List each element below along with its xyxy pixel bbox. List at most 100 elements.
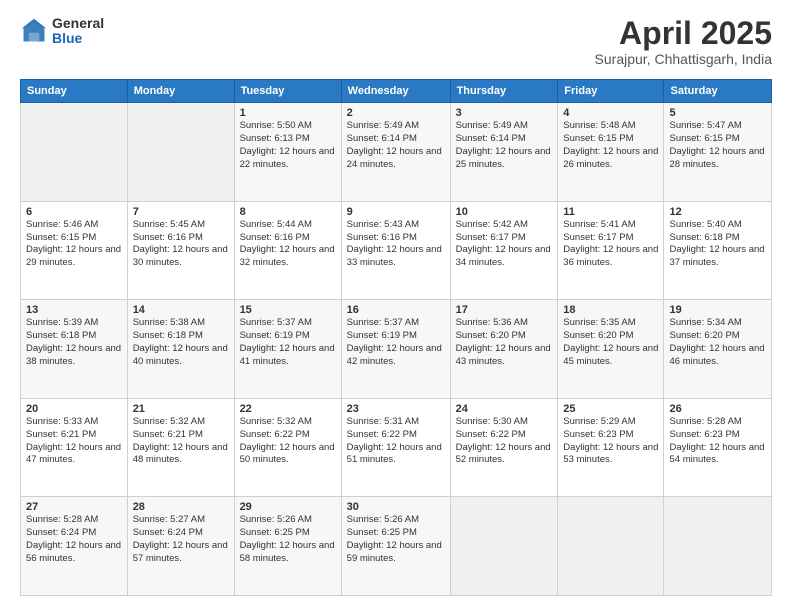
table-row: 1Sunrise: 5:50 AM Sunset: 6:13 PM Daylig… xyxy=(234,103,341,202)
table-row: 28Sunrise: 5:27 AM Sunset: 6:24 PM Dayli… xyxy=(127,497,234,596)
day-number: 12 xyxy=(669,206,766,218)
day-number: 29 xyxy=(240,501,336,513)
table-row: 14Sunrise: 5:38 AM Sunset: 6:18 PM Dayli… xyxy=(127,300,234,399)
weekday-header-row: Sunday Monday Tuesday Wednesday Thursday… xyxy=(21,80,772,103)
day-number: 3 xyxy=(456,107,553,119)
table-row: 3Sunrise: 5:49 AM Sunset: 6:14 PM Daylig… xyxy=(450,103,558,202)
day-number: 13 xyxy=(26,304,122,316)
day-info: Sunrise: 5:27 AM Sunset: 6:24 PM Dayligh… xyxy=(133,514,229,565)
day-number: 15 xyxy=(240,304,336,316)
day-info: Sunrise: 5:28 AM Sunset: 6:23 PM Dayligh… xyxy=(669,416,766,467)
table-row: 25Sunrise: 5:29 AM Sunset: 6:23 PM Dayli… xyxy=(558,398,664,497)
table-row: 23Sunrise: 5:31 AM Sunset: 6:22 PM Dayli… xyxy=(341,398,450,497)
logo: General Blue xyxy=(20,16,104,47)
table-row xyxy=(558,497,664,596)
day-number: 10 xyxy=(456,206,553,218)
table-row xyxy=(127,103,234,202)
day-info: Sunrise: 5:49 AM Sunset: 6:14 PM Dayligh… xyxy=(456,120,553,171)
header-monday: Monday xyxy=(127,80,234,103)
day-info: Sunrise: 5:46 AM Sunset: 6:15 PM Dayligh… xyxy=(26,219,122,270)
table-row: 8Sunrise: 5:44 AM Sunset: 6:16 PM Daylig… xyxy=(234,201,341,300)
table-row: 17Sunrise: 5:36 AM Sunset: 6:20 PM Dayli… xyxy=(450,300,558,399)
table-row: 13Sunrise: 5:39 AM Sunset: 6:18 PM Dayli… xyxy=(21,300,128,399)
day-info: Sunrise: 5:43 AM Sunset: 6:16 PM Dayligh… xyxy=(347,219,445,270)
table-row xyxy=(450,497,558,596)
day-number: 6 xyxy=(26,206,122,218)
table-row: 12Sunrise: 5:40 AM Sunset: 6:18 PM Dayli… xyxy=(664,201,772,300)
calendar-week-3: 13Sunrise: 5:39 AM Sunset: 6:18 PM Dayli… xyxy=(21,300,772,399)
day-info: Sunrise: 5:31 AM Sunset: 6:22 PM Dayligh… xyxy=(347,416,445,467)
day-number: 8 xyxy=(240,206,336,218)
day-info: Sunrise: 5:30 AM Sunset: 6:22 PM Dayligh… xyxy=(456,416,553,467)
day-number: 28 xyxy=(133,501,229,513)
table-row: 22Sunrise: 5:32 AM Sunset: 6:22 PM Dayli… xyxy=(234,398,341,497)
header-friday: Friday xyxy=(558,80,664,103)
day-info: Sunrise: 5:40 AM Sunset: 6:18 PM Dayligh… xyxy=(669,219,766,270)
calendar-week-5: 27Sunrise: 5:28 AM Sunset: 6:24 PM Dayli… xyxy=(21,497,772,596)
header: General Blue April 2025 Surajpur, Chhatt… xyxy=(20,16,772,67)
month-title: April 2025 xyxy=(595,16,772,51)
day-number: 5 xyxy=(669,107,766,119)
table-row: 24Sunrise: 5:30 AM Sunset: 6:22 PM Dayli… xyxy=(450,398,558,497)
table-row: 6Sunrise: 5:46 AM Sunset: 6:15 PM Daylig… xyxy=(21,201,128,300)
header-sunday: Sunday xyxy=(21,80,128,103)
table-row: 18Sunrise: 5:35 AM Sunset: 6:20 PM Dayli… xyxy=(558,300,664,399)
day-number: 23 xyxy=(347,403,445,415)
day-number: 11 xyxy=(563,206,658,218)
table-row: 11Sunrise: 5:41 AM Sunset: 6:17 PM Dayli… xyxy=(558,201,664,300)
day-info: Sunrise: 5:29 AM Sunset: 6:23 PM Dayligh… xyxy=(563,416,658,467)
logo-text: General Blue xyxy=(52,16,104,47)
table-row: 29Sunrise: 5:26 AM Sunset: 6:25 PM Dayli… xyxy=(234,497,341,596)
day-info: Sunrise: 5:39 AM Sunset: 6:18 PM Dayligh… xyxy=(26,317,122,368)
day-info: Sunrise: 5:42 AM Sunset: 6:17 PM Dayligh… xyxy=(456,219,553,270)
table-row: 30Sunrise: 5:26 AM Sunset: 6:25 PM Dayli… xyxy=(341,497,450,596)
table-row: 7Sunrise: 5:45 AM Sunset: 6:16 PM Daylig… xyxy=(127,201,234,300)
day-number: 24 xyxy=(456,403,553,415)
table-row: 27Sunrise: 5:28 AM Sunset: 6:24 PM Dayli… xyxy=(21,497,128,596)
table-row: 16Sunrise: 5:37 AM Sunset: 6:19 PM Dayli… xyxy=(341,300,450,399)
day-number: 19 xyxy=(669,304,766,316)
day-info: Sunrise: 5:35 AM Sunset: 6:20 PM Dayligh… xyxy=(563,317,658,368)
title-block: April 2025 Surajpur, Chhattisgarh, India xyxy=(595,16,772,67)
day-number: 1 xyxy=(240,107,336,119)
table-row: 2Sunrise: 5:49 AM Sunset: 6:14 PM Daylig… xyxy=(341,103,450,202)
table-row: 21Sunrise: 5:32 AM Sunset: 6:21 PM Dayli… xyxy=(127,398,234,497)
table-row: 10Sunrise: 5:42 AM Sunset: 6:17 PM Dayli… xyxy=(450,201,558,300)
day-number: 22 xyxy=(240,403,336,415)
day-info: Sunrise: 5:32 AM Sunset: 6:21 PM Dayligh… xyxy=(133,416,229,467)
page: General Blue April 2025 Surajpur, Chhatt… xyxy=(0,0,792,612)
table-row xyxy=(21,103,128,202)
header-tuesday: Tuesday xyxy=(234,80,341,103)
day-info: Sunrise: 5:45 AM Sunset: 6:16 PM Dayligh… xyxy=(133,219,229,270)
day-info: Sunrise: 5:36 AM Sunset: 6:20 PM Dayligh… xyxy=(456,317,553,368)
day-number: 16 xyxy=(347,304,445,316)
table-row: 20Sunrise: 5:33 AM Sunset: 6:21 PM Dayli… xyxy=(21,398,128,497)
day-info: Sunrise: 5:49 AM Sunset: 6:14 PM Dayligh… xyxy=(347,120,445,171)
day-number: 26 xyxy=(669,403,766,415)
day-number: 27 xyxy=(26,501,122,513)
calendar: Sunday Monday Tuesday Wednesday Thursday… xyxy=(20,79,772,596)
header-wednesday: Wednesday xyxy=(341,80,450,103)
day-info: Sunrise: 5:32 AM Sunset: 6:22 PM Dayligh… xyxy=(240,416,336,467)
day-info: Sunrise: 5:48 AM Sunset: 6:15 PM Dayligh… xyxy=(563,120,658,171)
day-info: Sunrise: 5:28 AM Sunset: 6:24 PM Dayligh… xyxy=(26,514,122,565)
logo-general: General xyxy=(52,16,104,31)
day-number: 30 xyxy=(347,501,445,513)
table-row: 26Sunrise: 5:28 AM Sunset: 6:23 PM Dayli… xyxy=(664,398,772,497)
day-info: Sunrise: 5:34 AM Sunset: 6:20 PM Dayligh… xyxy=(669,317,766,368)
table-row: 15Sunrise: 5:37 AM Sunset: 6:19 PM Dayli… xyxy=(234,300,341,399)
day-info: Sunrise: 5:26 AM Sunset: 6:25 PM Dayligh… xyxy=(240,514,336,565)
table-row: 4Sunrise: 5:48 AM Sunset: 6:15 PM Daylig… xyxy=(558,103,664,202)
table-row: 9Sunrise: 5:43 AM Sunset: 6:16 PM Daylig… xyxy=(341,201,450,300)
day-info: Sunrise: 5:37 AM Sunset: 6:19 PM Dayligh… xyxy=(347,317,445,368)
day-info: Sunrise: 5:33 AM Sunset: 6:21 PM Dayligh… xyxy=(26,416,122,467)
day-info: Sunrise: 5:41 AM Sunset: 6:17 PM Dayligh… xyxy=(563,219,658,270)
day-info: Sunrise: 5:37 AM Sunset: 6:19 PM Dayligh… xyxy=(240,317,336,368)
day-number: 7 xyxy=(133,206,229,218)
calendar-week-4: 20Sunrise: 5:33 AM Sunset: 6:21 PM Dayli… xyxy=(21,398,772,497)
calendar-week-1: 1Sunrise: 5:50 AM Sunset: 6:13 PM Daylig… xyxy=(21,103,772,202)
day-number: 20 xyxy=(26,403,122,415)
table-row xyxy=(664,497,772,596)
table-row: 19Sunrise: 5:34 AM Sunset: 6:20 PM Dayli… xyxy=(664,300,772,399)
header-thursday: Thursday xyxy=(450,80,558,103)
